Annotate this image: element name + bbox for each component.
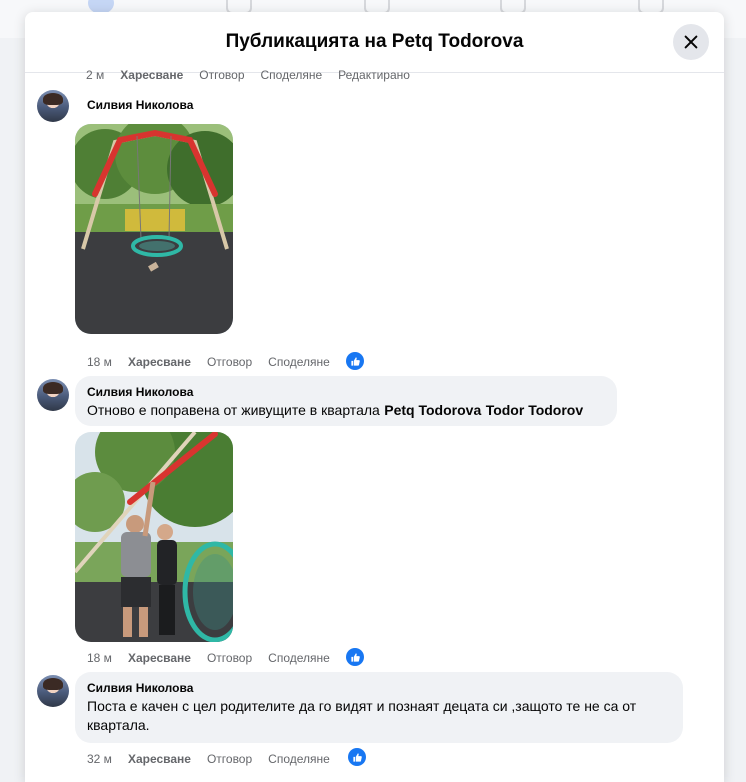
- close-button[interactable]: [673, 24, 709, 60]
- timestamp[interactable]: 2 м: [86, 68, 104, 82]
- playground-photo-image: [75, 124, 233, 334]
- reply-link[interactable]: Отговор: [207, 651, 252, 665]
- share-link[interactable]: Споделяне: [268, 752, 330, 766]
- timestamp[interactable]: 32 м: [87, 752, 112, 766]
- like-link[interactable]: Харесване: [128, 355, 191, 369]
- comment-author[interactable]: Силвия Николова: [87, 681, 665, 695]
- comment-text: Поста е качен с цел родителите да го вид…: [87, 698, 637, 733]
- mention-tag[interactable]: Petq Todorova: [384, 402, 481, 418]
- comment-bubble: Силвия Николова Отново е поправена от жи…: [75, 376, 617, 426]
- like-link[interactable]: Харесване: [120, 68, 183, 82]
- comment-text: Отново е поправена от живущите в квартал…: [87, 402, 380, 418]
- avatar[interactable]: [37, 379, 69, 411]
- playground-photo[interactable]: [75, 124, 233, 334]
- like-reaction-badge[interactable]: [346, 352, 364, 370]
- reply-link[interactable]: Отговор: [199, 68, 244, 82]
- modal-header: Публикацията на Petq Todorova: [25, 12, 724, 73]
- close-icon: [684, 35, 698, 49]
- comment-actions: 18 м Харесване Отговор Споделяне: [87, 651, 346, 665]
- timestamp[interactable]: 18 м: [87, 355, 112, 369]
- like-icon: [350, 356, 360, 366]
- comments-area: 2 м Харесване Отговор Споделяне Редактир…: [25, 68, 724, 782]
- repair-photo[interactable]: [75, 432, 233, 642]
- avatar[interactable]: [37, 90, 69, 122]
- share-link[interactable]: Споделяне: [268, 355, 330, 369]
- like-icon: [352, 752, 362, 762]
- modal-title: Публикацията на Petq Todorova: [225, 31, 524, 52]
- like-reaction-badge[interactable]: [348, 748, 366, 766]
- like-link[interactable]: Харесване: [128, 752, 191, 766]
- reply-link[interactable]: Отговор: [207, 752, 252, 766]
- comment-actions: 32 м Харесване Отговор Споделяне: [87, 752, 346, 766]
- edited-label[interactable]: Редактирано: [338, 68, 410, 82]
- share-link[interactable]: Споделяне: [261, 68, 323, 82]
- reply-link[interactable]: Отговор: [207, 355, 252, 369]
- post-modal: Публикацията на Petq Todorova 2 м Харесв…: [25, 12, 724, 782]
- share-link[interactable]: Споделяне: [268, 651, 330, 665]
- repair-photo-image: [75, 432, 233, 642]
- comment-bubble: Силвия Николова Поста е качен с цел роди…: [75, 672, 683, 743]
- timestamp[interactable]: 18 м: [87, 651, 112, 665]
- comment-author[interactable]: Силвия Николова: [87, 385, 583, 399]
- comment-actions: 18 м Харесване Отговор Споделяне: [87, 355, 346, 369]
- like-link[interactable]: Харесване: [128, 651, 191, 665]
- mention-tag[interactable]: Todor Todorov: [486, 402, 583, 418]
- like-reaction-badge[interactable]: [346, 648, 364, 666]
- top-comment-actions: 2 м Харесване Отговор Споделяне Редактир…: [86, 68, 426, 82]
- like-icon: [350, 652, 360, 662]
- comment-author[interactable]: Силвия Николова: [87, 98, 193, 112]
- avatar[interactable]: [37, 675, 69, 707]
